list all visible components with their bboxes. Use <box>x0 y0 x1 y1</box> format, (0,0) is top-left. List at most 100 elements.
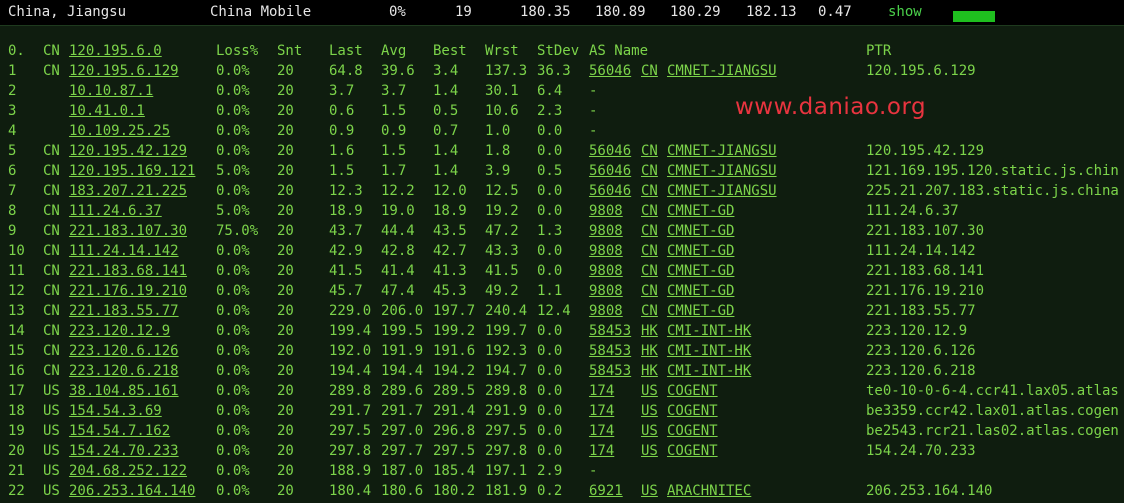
cell-wrst: 291.9 <box>485 403 528 419</box>
cell-ip[interactable]: 206.253.164.140 <box>69 481 195 501</box>
cell-ascc[interactable]: US <box>641 421 658 441</box>
cell-asname[interactable]: CMNET-JIANGSU <box>667 161 777 181</box>
cell-stdev: 0.0 <box>537 143 563 159</box>
cell-ascc[interactable]: CN <box>641 61 658 81</box>
cell-ip[interactable]: 204.68.252.122 <box>69 461 187 481</box>
cell-wrst: 192.3 <box>485 343 528 359</box>
cell-ip[interactable]: 10.10.87.1 <box>69 81 153 101</box>
cell-asn[interactable]: 58453 <box>589 341 631 361</box>
cell-asn[interactable]: 58453 <box>589 321 631 341</box>
cell-ip[interactable]: 154.24.70.233 <box>69 441 179 461</box>
show-link[interactable]: show <box>888 4 922 20</box>
cell-ascc[interactable]: HK <box>641 321 658 341</box>
cell-loss: 0.0% <box>216 323 250 339</box>
cell-ip[interactable]: 111.24.14.142 <box>69 241 179 261</box>
cell-asn[interactable]: 174 <box>589 421 614 441</box>
cell-ascc[interactable]: US <box>641 441 658 461</box>
cell-asn[interactable]: 56046 <box>589 141 631 161</box>
cell-ascc[interactable]: US <box>641 381 658 401</box>
cell-ip[interactable]: 221.183.68.141 <box>69 261 187 281</box>
cell-cc: CN <box>43 323 60 339</box>
cell-stdev: 0.0 <box>537 123 563 139</box>
cell-best: 0.5 <box>433 103 459 119</box>
cell-hop: 8 <box>8 203 17 219</box>
cell-ascc[interactable]: CN <box>641 221 658 241</box>
cell-ascc[interactable]: CN <box>641 281 658 301</box>
cell-ascc[interactable]: CN <box>641 241 658 261</box>
cell-asn[interactable]: 58453 <box>589 361 631 381</box>
cell-asname[interactable]: COGENT <box>667 441 718 461</box>
cell-ip[interactable]: 154.54.7.162 <box>69 421 170 441</box>
cell-ascc[interactable]: CN <box>641 181 658 201</box>
cell-ascc[interactable]: US <box>641 401 658 421</box>
cell-asname[interactable]: CMNET-GD <box>667 301 734 321</box>
cell-ascc[interactable]: HK <box>641 341 658 361</box>
cell-asname[interactable]: CMNET-GD <box>667 221 734 241</box>
cell-ascc[interactable]: HK <box>641 361 658 381</box>
cell-cc: CN <box>43 283 60 299</box>
cell-asname[interactable]: CMNET-JIANGSU <box>667 61 777 81</box>
cell-asn[interactable]: 9808 <box>589 301 623 321</box>
cell-asname[interactable]: CMI-INT-HK <box>667 321 751 341</box>
cell-ip[interactable]: 221.183.55.77 <box>69 301 179 321</box>
cell-asn[interactable]: 9808 <box>589 221 623 241</box>
cell-asname[interactable]: COGENT <box>667 401 718 421</box>
cell-asn[interactable]: 9808 <box>589 241 623 261</box>
cell-best: 12.0 <box>433 183 467 199</box>
cell-asn[interactable]: 6921 <box>589 481 623 501</box>
cell-ip[interactable]: 221.176.19.210 <box>69 281 187 301</box>
cell-ascc[interactable]: CN <box>641 261 658 281</box>
cell-loss: 0.0% <box>216 143 250 159</box>
cell-ip[interactable]: 10.109.25.25 <box>69 121 170 141</box>
cell-ip[interactable]: 183.207.21.225 <box>69 181 187 201</box>
cell-ip[interactable]: 154.54.3.69 <box>69 401 162 421</box>
cell-ip[interactable]: 120.195.6.129 <box>69 61 179 81</box>
col-best: Best <box>433 43 467 59</box>
cell-asn[interactable]: 56046 <box>589 61 631 81</box>
cell-ip[interactable]: 10.41.0.1 <box>69 101 145 121</box>
cell-ip[interactable]: 38.104.85.161 <box>69 381 179 401</box>
cell-asname[interactable]: CMNET-GD <box>667 241 734 261</box>
cell-asname[interactable]: CMI-INT-HK <box>667 361 751 381</box>
cell-ip[interactable]: 223.120.12.9 <box>69 321 170 341</box>
cell-best: 199.2 <box>433 323 476 339</box>
cell-ip[interactable]: 223.120.6.218 <box>69 361 179 381</box>
cell-asn[interactable]: 9808 <box>589 281 623 301</box>
cell-last: 12.3 <box>329 183 363 199</box>
cell-ip[interactable]: 120.195.42.129 <box>69 141 187 161</box>
cell-ip[interactable]: 221.183.107.30 <box>69 221 187 241</box>
cell-avg: 1.5 <box>381 103 407 119</box>
cell-asn[interactable]: 9808 <box>589 201 623 221</box>
table-row: 4 10.109.25.25 0.0% 20 0.9 0.9 0.7 1.0 0.0 - <box>0 121 1124 141</box>
cell-asname[interactable]: COGENT <box>667 421 718 441</box>
cell-hop: 21 <box>8 463 25 479</box>
cell-snt: 20 <box>277 143 294 159</box>
cell-ascc[interactable]: CN <box>641 141 658 161</box>
cell-stdev: 0.0 <box>537 363 563 379</box>
cell-wrst: 240.4 <box>485 303 528 319</box>
cell-ip[interactable]: 223.120.6.126 <box>69 341 179 361</box>
cell-asname[interactable]: CMI-INT-HK <box>667 341 751 361</box>
cell-asn[interactable]: 56046 <box>589 181 631 201</box>
cell-asname[interactable]: CMNET-GD <box>667 261 734 281</box>
cell-asname[interactable]: CMNET-GD <box>667 281 734 301</box>
cell-asn[interactable]: 174 <box>589 381 614 401</box>
cell-ip[interactable]: 111.24.6.37 <box>69 201 162 221</box>
cell-asn[interactable]: 174 <box>589 401 614 421</box>
cell-avg: 19.0 <box>381 203 415 219</box>
cell-snt: 20 <box>277 423 294 439</box>
cell-asname[interactable]: CMNET-JIANGSU <box>667 181 777 201</box>
cell-ascc[interactable]: CN <box>641 301 658 321</box>
cell-ascc[interactable]: CN <box>641 201 658 221</box>
cell-asname[interactable]: ARACHNITEC <box>667 481 751 501</box>
cell-ascc[interactable]: CN <box>641 161 658 181</box>
cell-hop: 7 <box>8 183 17 199</box>
cell-ip[interactable]: 120.195.169.121 <box>69 161 195 181</box>
cell-asname[interactable]: CMNET-JIANGSU <box>667 141 777 161</box>
cell-asn[interactable]: 174 <box>589 441 614 461</box>
cell-asname[interactable]: COGENT <box>667 381 718 401</box>
cell-ascc[interactable]: US <box>641 481 658 501</box>
cell-asn[interactable]: 9808 <box>589 261 623 281</box>
cell-asn[interactable]: 56046 <box>589 161 631 181</box>
cell-asname[interactable]: CMNET-GD <box>667 201 734 221</box>
